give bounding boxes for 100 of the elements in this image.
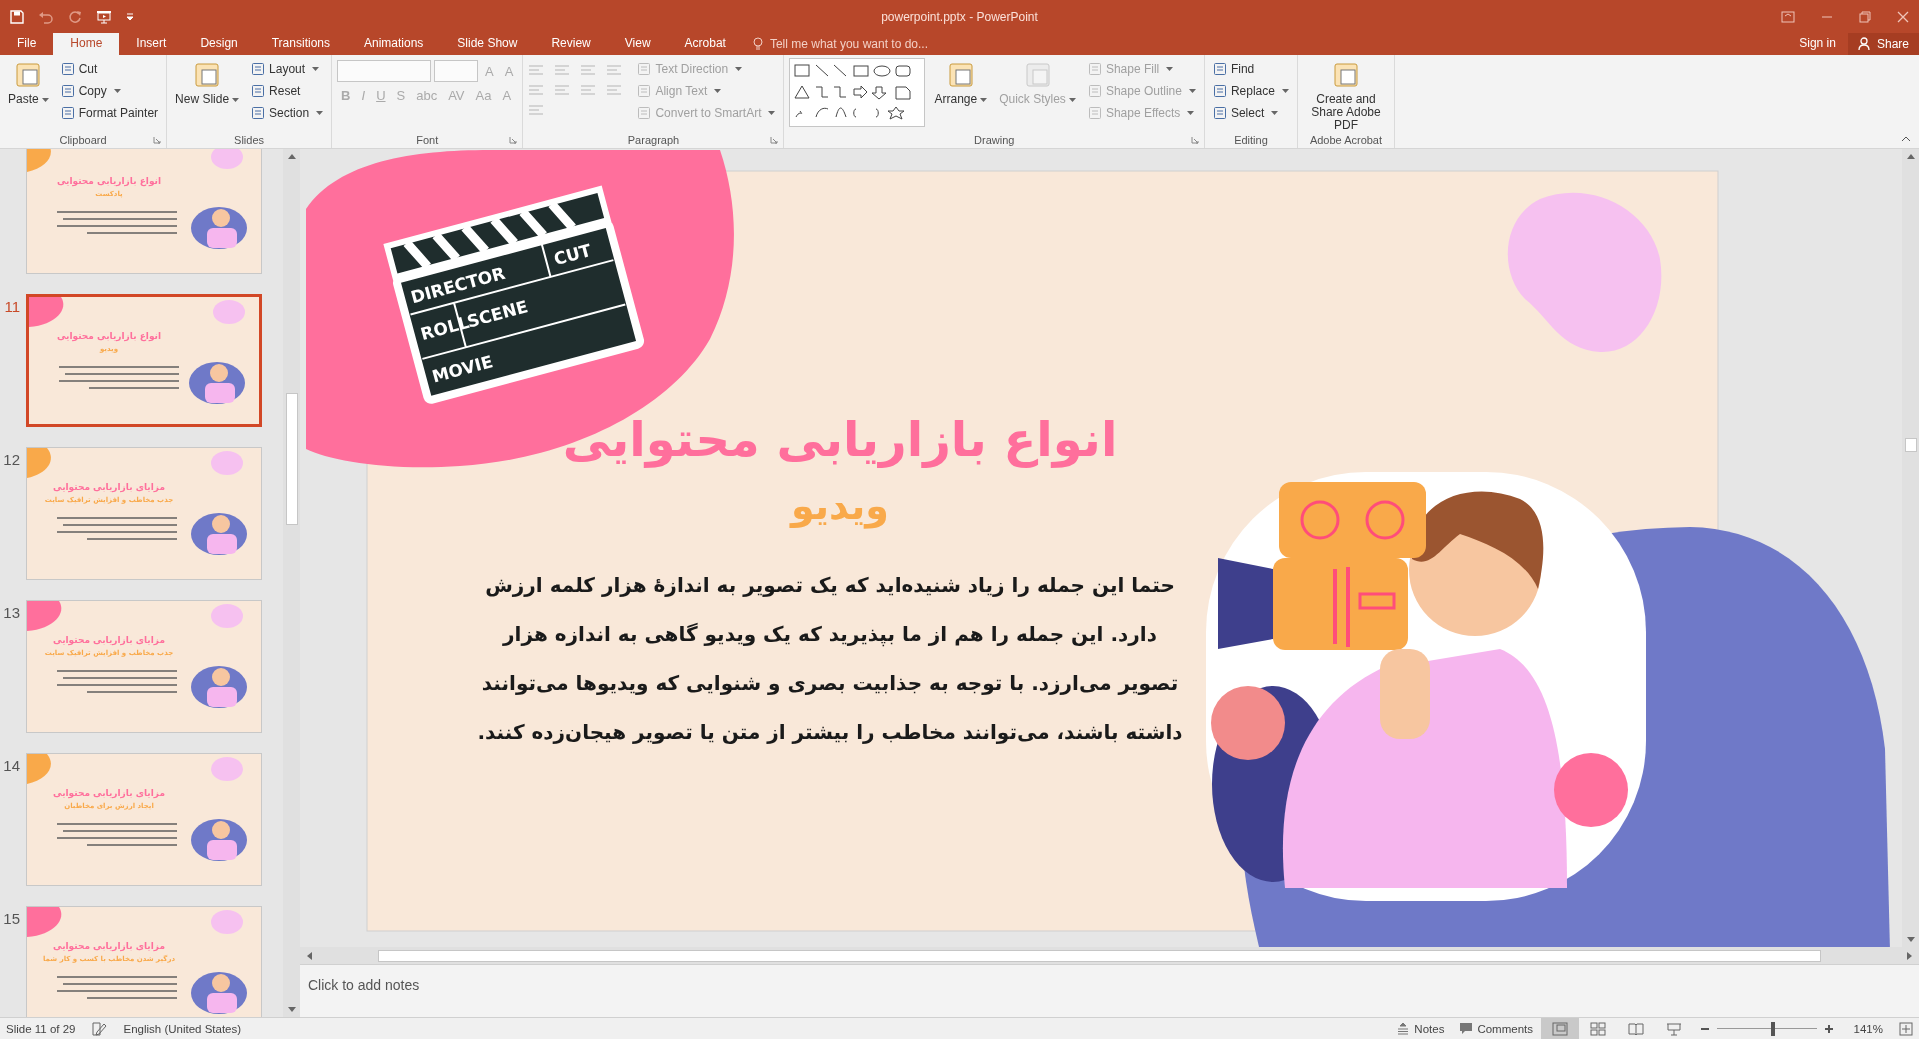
- slide-number: 12: [2, 450, 20, 470]
- slide-number: 15: [2, 909, 20, 929]
- ribbon-tab[interactable]: Design: [183, 33, 255, 55]
- tool-icon: [637, 106, 652, 120]
- ribbon-tab[interactable]: Slide Show: [440, 33, 535, 55]
- slide-number: 11: [3, 297, 20, 317]
- ribbon-tab[interactable]: Review: [534, 33, 608, 55]
- ribbon-tab[interactable]: View: [607, 33, 668, 55]
- group-label: Editing: [1234, 134, 1268, 146]
- tool-icon: [60, 62, 75, 76]
- thumbnail-title: انواع بازاریابی محتوایی: [56, 176, 162, 186]
- ribbon-button[interactable]: Section: [248, 102, 327, 124]
- thumbnail-title: مزایای بازاریابی محتوایی: [52, 635, 166, 645]
- thumbnail-title: مزایای بازاریابی محتوایی: [52, 482, 166, 492]
- view-icon: [1628, 1021, 1644, 1036]
- slide-subtitle: ویدیو: [788, 484, 890, 528]
- slide-number: 14: [2, 756, 20, 776]
- ribbon-tab[interactable]: Home: [53, 33, 120, 55]
- tool-icon: [251, 106, 266, 120]
- ribbon-button[interactable]: Select: [1209, 102, 1292, 124]
- customize-caret-icon[interactable]: [126, 12, 134, 21]
- group-label: Clipboard: [59, 134, 107, 146]
- ribbon-tab[interactable]: Transitions: [254, 33, 347, 55]
- scroll-up-icon[interactable]: [1906, 153, 1915, 159]
- tool-icon: [1212, 84, 1227, 98]
- slide-title: انواع بازاریابی محتوایی: [561, 411, 1119, 467]
- group-label: Slides: [234, 134, 265, 146]
- language-indicator[interactable]: English (United States): [123, 1022, 242, 1035]
- group-label: Adobe Acrobat: [1309, 134, 1383, 146]
- tool-icon: [1212, 62, 1227, 76]
- ribbon-button[interactable]: Layout: [248, 58, 327, 80]
- zoom-in-icon[interactable]: [1825, 1024, 1833, 1033]
- font-size-field[interactable]: [434, 60, 479, 82]
- scrollbar-thumb[interactable]: [285, 393, 298, 525]
- slideshow-icon[interactable]: [96, 9, 112, 24]
- share-button[interactable]: Share: [1847, 33, 1919, 55]
- ribbon-button[interactable]: Copy: [57, 80, 162, 102]
- font-name-field[interactable]: [337, 60, 432, 82]
- notes-icon: [1397, 1022, 1410, 1035]
- collapse-ribbon-icon[interactable]: [1901, 136, 1911, 142]
- ribbon-tab[interactable]: Acrobat: [667, 33, 743, 55]
- ribbon-tab[interactable]: File: [0, 33, 54, 55]
- ribbon-button[interactable]: Arrange: [931, 58, 991, 106]
- view-icon: [1666, 1021, 1682, 1036]
- ribbon-tab[interactable]: Animations: [347, 33, 441, 55]
- ribbon-button[interactable]: Format Painter: [57, 102, 162, 124]
- notes-field[interactable]: Click to add notes: [300, 965, 716, 1005]
- ribbon-button[interactable]: New Slide: [172, 58, 243, 106]
- tell-me-field[interactable]: Tell me what you want to do...: [752, 33, 972, 55]
- ribbon-button[interactable]: Reset: [248, 80, 327, 102]
- tool-icon: [637, 62, 652, 76]
- undo-icon[interactable]: [38, 9, 54, 24]
- view-icon: [1552, 1021, 1568, 1036]
- tool-icon: [251, 62, 266, 76]
- save-icon[interactable]: [10, 9, 24, 24]
- zoom-out-icon[interactable]: [1701, 1027, 1709, 1030]
- ribbon-button[interactable]: Cut: [57, 58, 162, 80]
- ribbon-button[interactable]: Replace: [1209, 80, 1292, 102]
- ribbon-button[interactable]: Create and Share Adobe PDF: [1302, 58, 1389, 132]
- tool-icon: [1087, 84, 1102, 98]
- scroll-down-icon[interactable]: [1906, 937, 1915, 943]
- scroll-down-icon[interactable]: [287, 1007, 296, 1013]
- restore-icon[interactable]: [1859, 10, 1871, 23]
- dialog-launcher-icon[interactable]: [770, 136, 779, 144]
- shapes-gallery[interactable]: [789, 58, 926, 127]
- fit-to-window-icon[interactable]: [1899, 1021, 1913, 1036]
- slide-body-text: حتما این جمله را زیاد شنیده‌اید که یک تصویر به اندازهٔ هزار کلمه ارزش دارد. این جمله را هم از ما بپذیرید که یک ویدیو گاهی به اندازه هزار تصویر می‌ارزد. با توجه به جذابیت بصری و شنوایی که ویدیوها می‌توانند داشته باشند، می‌توانند مخاطب را بیشتر از متن یا تصویر هیجان‌زده کنند.: [476, 572, 1184, 746]
- tool-icon: [1087, 106, 1102, 120]
- zoom-slider-thumb[interactable]: [1771, 1021, 1775, 1036]
- dialog-launcher-icon[interactable]: [153, 136, 162, 144]
- scrollbar-thumb[interactable]: [378, 949, 1821, 962]
- ribbon-tab[interactable]: Insert: [119, 33, 184, 55]
- scroll-left-icon[interactable]: [306, 951, 312, 960]
- thumbnail-title: مزایای بازاریابی محتوایی: [52, 941, 166, 951]
- comment-icon: [1460, 1022, 1473, 1035]
- dialog-launcher-icon[interactable]: [1190, 136, 1199, 144]
- ribbon-display-icon[interactable]: [1781, 10, 1795, 23]
- dialog-launcher-icon[interactable]: [509, 136, 518, 144]
- scrollbar-thumb[interactable]: [1904, 438, 1917, 452]
- scroll-up-icon[interactable]: [287, 153, 296, 159]
- comments-button[interactable]: Comments: [1460, 1022, 1533, 1035]
- sign-in-link[interactable]: Sign in: [1787, 33, 1848, 55]
- ribbon-button[interactable]: Find: [1209, 58, 1292, 80]
- ribbon-button[interactable]: Paste: [5, 58, 52, 106]
- view-button[interactable]: [1541, 1018, 1579, 1039]
- zoom-level[interactable]: 141%: [1849, 1022, 1883, 1035]
- window-title: powerpoint.pptx - PowerPoint: [881, 9, 1038, 24]
- scroll-right-icon[interactable]: [1907, 951, 1913, 960]
- notes-button[interactable]: Notes: [1397, 1022, 1445, 1035]
- person-icon: [1857, 37, 1872, 51]
- slide-counter: Slide 11 of 29: [6, 1022, 76, 1035]
- slide-number: 13: [2, 603, 20, 623]
- clapperboard-label: MOVIE: [429, 351, 495, 387]
- lightbulb-icon: [752, 37, 763, 51]
- thumbnail-title: انواع بازاریابی محتوایی: [56, 331, 162, 341]
- redo-icon[interactable]: [68, 9, 82, 24]
- spell-check-icon[interactable]: [91, 1021, 108, 1036]
- tool-icon: [60, 106, 75, 120]
- close-icon[interactable]: [1897, 10, 1909, 23]
- clapperboard-label: CUT: [551, 239, 594, 270]
